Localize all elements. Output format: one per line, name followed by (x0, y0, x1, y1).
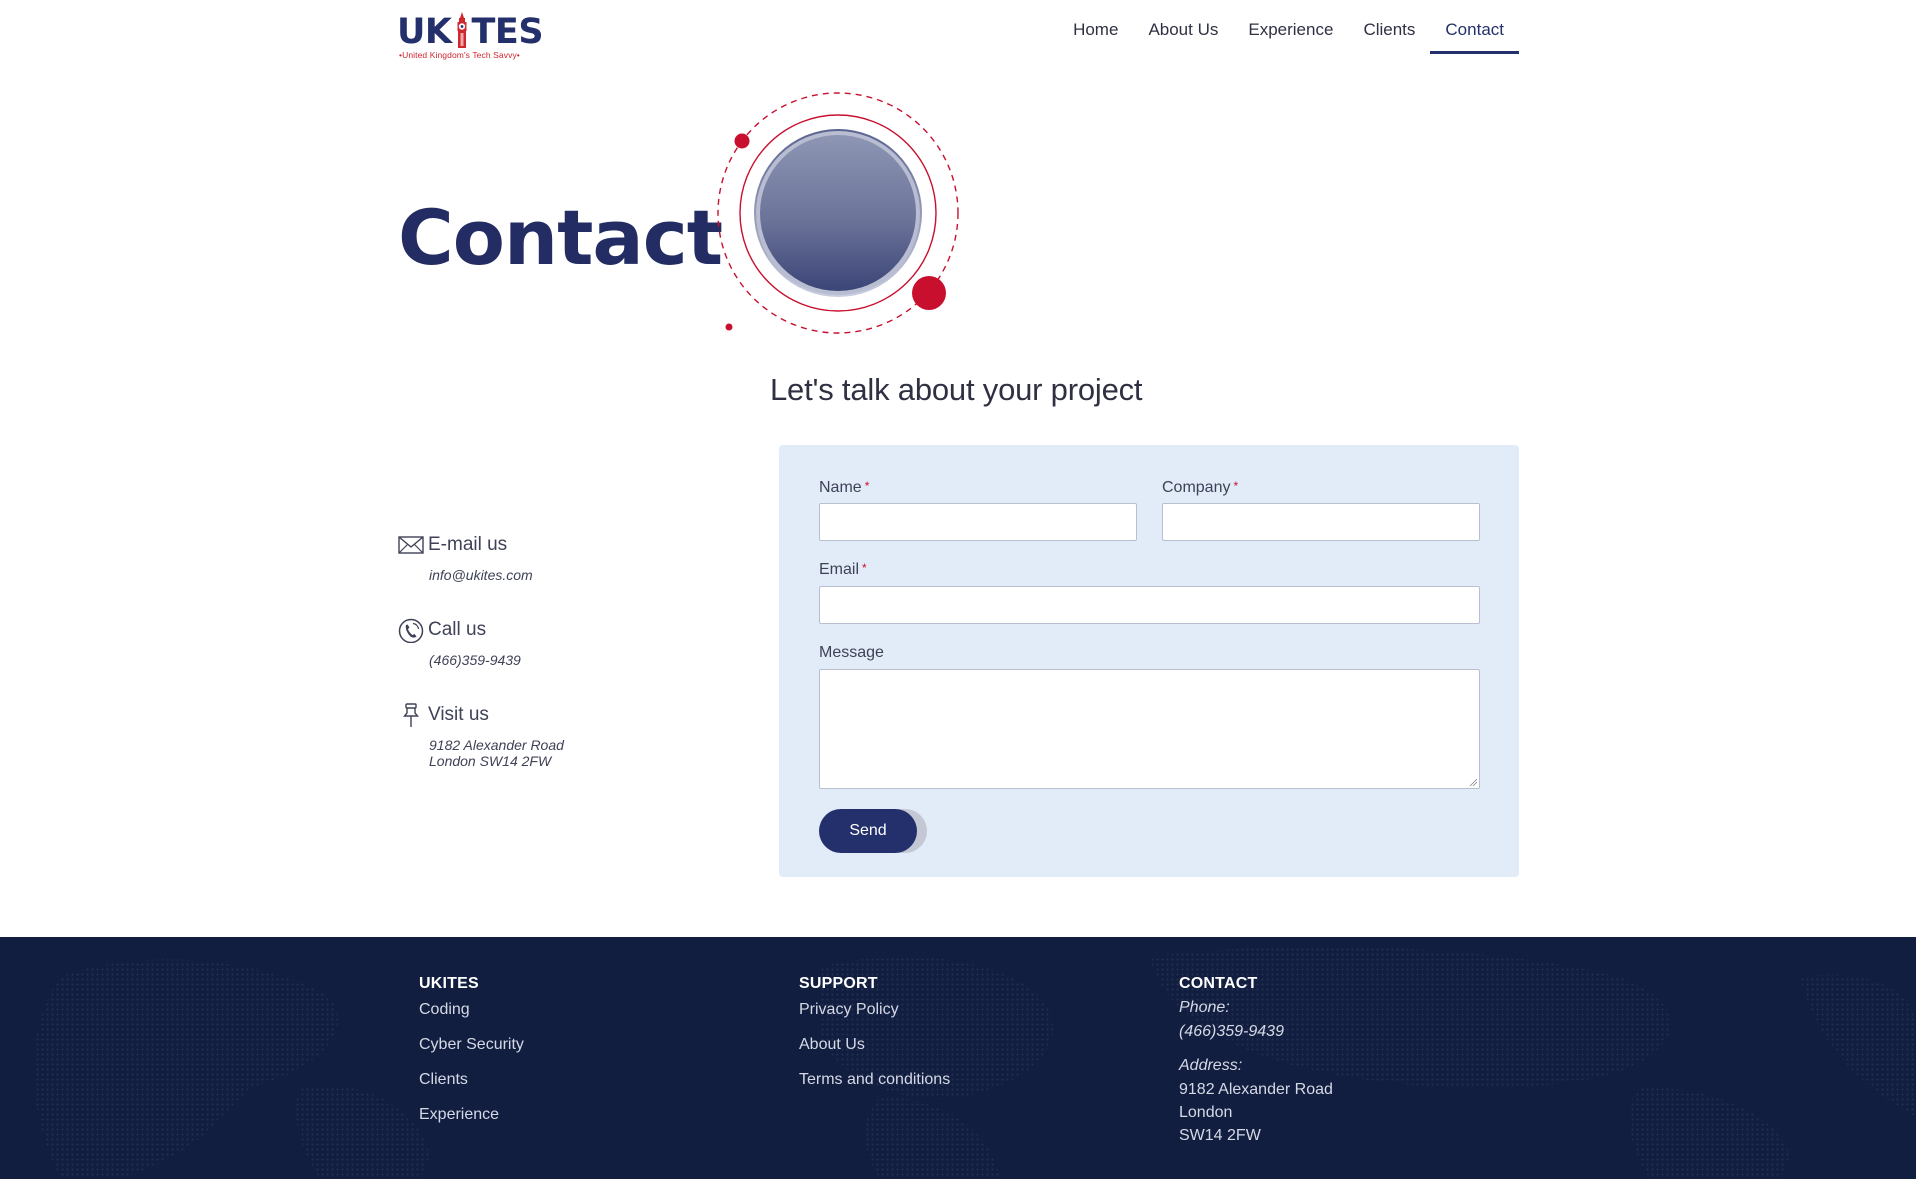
nav-clients[interactable]: Clients (1348, 0, 1430, 54)
required-marker: * (1233, 479, 1239, 493)
message-label: Message (819, 644, 884, 661)
name-label: Name * (819, 479, 870, 496)
footer-link-experience[interactable]: Experience (419, 1106, 524, 1124)
footer-phone[interactable]: (466)359-9439 (1179, 1023, 1333, 1041)
visit-info: Visit us 9182 Alexander Road London SW14… (398, 702, 564, 769)
section-subtitle: Let's talk about your project (770, 372, 1143, 407)
required-marker: * (864, 479, 870, 493)
email-label: Email * (819, 561, 867, 578)
footer-col-support: SUPPORT Privacy Policy About Us Terms an… (799, 975, 950, 1106)
logo-text-right: TES (471, 12, 544, 52)
footer-heading-contact: CONTACT (1179, 975, 1258, 992)
contact-form: Name * Company * Email * Message Send (779, 445, 1519, 877)
footer-heading-ukites: UKITES (419, 975, 479, 992)
footer-link-coding[interactable]: Coding (419, 1001, 524, 1019)
footer-link-cyber-security[interactable]: Cyber Security (419, 1036, 524, 1054)
send-button[interactable]: Send (819, 809, 917, 853)
footer-link-clients[interactable]: Clients (419, 1071, 524, 1089)
footer-link-privacy-policy[interactable]: Privacy Policy (799, 1001, 950, 1019)
big-ben-icon (453, 12, 471, 48)
phone-info-label: Call us (428, 619, 487, 640)
send-button-wrap: Send (819, 809, 927, 853)
phone-info-value[interactable]: (466)359-9439 (429, 652, 521, 668)
nav-home[interactable]: Home (1058, 0, 1133, 54)
logo-text-left: UK (397, 12, 452, 52)
footer-link-about-us[interactable]: About Us (799, 1036, 950, 1054)
footer-col-ukites: UKITES Coding Cyber Security Clients Exp… (419, 975, 524, 1141)
nav-about-us[interactable]: About Us (1133, 0, 1233, 54)
company-input[interactable] (1162, 503, 1480, 541)
email-input[interactable] (819, 586, 1480, 624)
footer-heading-support: SUPPORT (799, 975, 878, 992)
logo-wordmark: UK TES (397, 12, 544, 52)
name-input[interactable] (819, 503, 1137, 541)
footer-phone-label: Phone: (1179, 999, 1230, 1016)
message-textarea[interactable] (819, 669, 1480, 789)
footer-col-contact: CONTACT Phone: (466)359-9439 Address: 91… (1179, 975, 1333, 1145)
orbit-illustration (713, 90, 965, 342)
site-footer: UKITES Coding Cyber Security Clients Exp… (0, 937, 1916, 1179)
required-marker: * (862, 561, 867, 575)
visit-info-label: Visit us (428, 704, 489, 725)
site-header: UK TES •United Kingdom's Tech Savvy• Hom… (0, 0, 1916, 70)
phone-info: Call us (466)359-9439 (398, 617, 521, 668)
visit-address-line2: London SW14 2FW (429, 753, 552, 769)
resize-handle-icon[interactable] (1469, 778, 1477, 786)
footer-address-label: Address: (1179, 1057, 1243, 1074)
logo-tagline: •United Kingdom's Tech Savvy• (399, 50, 520, 60)
footer-address-line1: 9182 Alexander Road (1179, 1081, 1333, 1098)
email-info-label: E-mail us (428, 534, 508, 555)
visit-info-address: 9182 Alexander Road London SW14 2FW (429, 737, 564, 769)
visit-address-line1: 9182 Alexander Road (429, 737, 564, 753)
company-label: Company * (1162, 479, 1239, 496)
page-title: Contact (398, 193, 723, 282)
nav-contact[interactable]: Contact (1430, 0, 1519, 54)
main-nav: Home About Us Experience Clients Contact (1058, 0, 1519, 54)
email-info: E-mail us info@ukites.com (398, 532, 533, 583)
email-info-value[interactable]: info@ukites.com (429, 567, 533, 583)
ukites-logo[interactable]: UK TES •United Kingdom's Tech Savvy• (397, 9, 544, 63)
nav-experience[interactable]: Experience (1233, 0, 1348, 54)
footer-link-terms[interactable]: Terms and conditions (799, 1071, 950, 1089)
world-map-background (33, 946, 1916, 1179)
phone-icon (398, 617, 424, 644)
footer-address-line3: SW14 2FW (1179, 1127, 1261, 1144)
footer-address-line2: London (1179, 1104, 1233, 1121)
envelope-icon (398, 532, 424, 558)
pin-icon (398, 702, 424, 728)
